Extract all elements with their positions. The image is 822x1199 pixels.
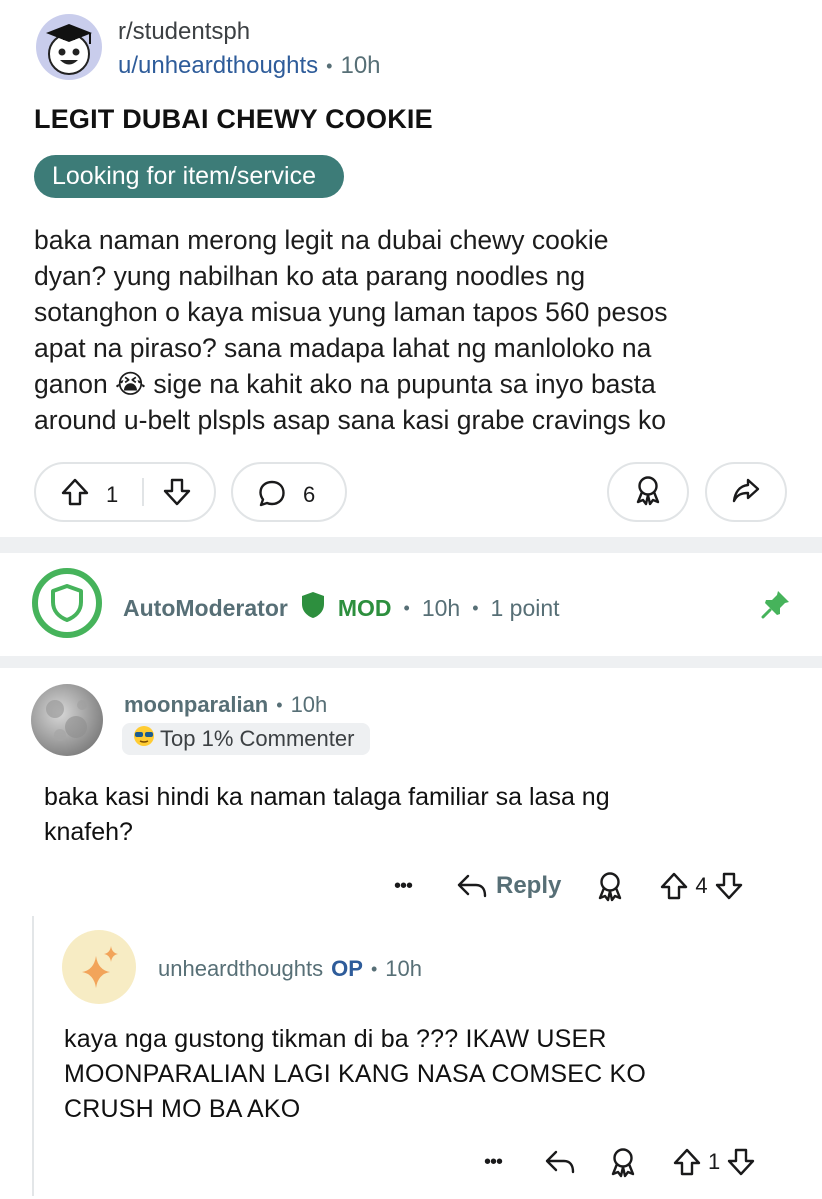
upvote-icon[interactable] (672, 1147, 702, 1177)
comment-time: 10h (290, 692, 328, 717)
subreddit-name[interactable]: r/studentsph (118, 18, 250, 46)
separator-dot: • (326, 55, 333, 76)
sunglasses-emoji-icon (132, 724, 156, 754)
reply-button[interactable]: Reply (456, 872, 561, 900)
automod-meta: AutoModerator MOD • 10h • 1 point (123, 590, 560, 626)
reply-avatar[interactable] (62, 930, 136, 1004)
automod-points: 1 point (490, 594, 560, 621)
post-meta: u/unheardthoughts • 10h (118, 52, 381, 80)
thread-line[interactable] (32, 916, 34, 1196)
comment-bubble-icon (257, 478, 287, 513)
comment-actions: ••• Reply 4 (388, 866, 744, 906)
mod-shield-icon (300, 590, 326, 626)
vote-divider (142, 478, 144, 506)
post-vote-pill: 1 (34, 462, 216, 522)
shield-icon (51, 584, 83, 622)
award-icon[interactable] (608, 1146, 638, 1178)
comment-body: baka kasi hindi ka naman talaga familiar… (44, 783, 610, 846)
post-author-link[interactable]: u/unheardthoughts (118, 52, 318, 80)
post-title[interactable]: LEGIT DUBAI CHEWY COOKIE (34, 104, 433, 135)
top-commenter-badge[interactable]: Top 1% Commenter (122, 723, 371, 755)
comment-vote-count: 4 (695, 873, 708, 898)
reply-vote-count: 1 (708, 1149, 721, 1174)
comment-count: 6 (303, 482, 316, 507)
pin-icon (760, 588, 792, 625)
reply-actions: ••• 1 (478, 1144, 756, 1180)
automoderator-avatar[interactable] (32, 568, 102, 638)
student-mascot-icon (46, 24, 92, 75)
separator-dot: • (472, 597, 479, 618)
reply-arrow-icon[interactable] (544, 1148, 576, 1176)
downvote-icon[interactable] (726, 1147, 756, 1177)
award-icon (633, 474, 663, 511)
award-button[interactable] (607, 462, 689, 522)
comment-author[interactable]: moonparalian (124, 692, 268, 718)
commenter-avatar[interactable] (30, 683, 104, 757)
reply-time: 10h (385, 956, 422, 981)
reply-body: kaya nga gustong tikman di ba ??? IKAW U… (64, 1025, 647, 1123)
upvote-icon[interactable] (659, 871, 689, 901)
post-body: baka naman merong legit na dubai chewy c… (34, 225, 668, 435)
op-badge: OP (331, 956, 363, 981)
reply-label: Reply (496, 872, 562, 899)
more-options-icon[interactable]: ••• (478, 1151, 508, 1174)
section-divider (0, 537, 822, 553)
share-button[interactable] (705, 462, 787, 522)
share-arrow-icon (731, 475, 761, 510)
section-divider (0, 656, 822, 668)
downvote-icon[interactable] (162, 477, 192, 512)
more-options-icon[interactable]: ••• (388, 875, 418, 898)
award-icon[interactable] (595, 870, 625, 902)
post-vote-count: 1 (106, 482, 119, 507)
sparkle-icon (82, 946, 118, 988)
mod-badge: MOD (337, 594, 392, 621)
automod-time: 10h (421, 594, 461, 621)
separator-dot: • (403, 597, 410, 618)
reply-author[interactable]: unheardthoughts (158, 956, 323, 982)
reply-arrow-icon (457, 874, 487, 898)
separator-dot: • (276, 694, 283, 715)
post-time: 10h (340, 52, 381, 79)
separator-dot: • (370, 958, 378, 979)
moon-icon (30, 683, 104, 757)
subreddit-avatar[interactable] (36, 14, 102, 80)
reply-meta: unheardthoughts OP • 10h (158, 956, 422, 982)
top-commenter-label: Top 1% Commenter (160, 726, 355, 751)
upvote-icon[interactable] (60, 477, 90, 512)
comment-meta: moonparalian • 10h (124, 692, 327, 718)
post-flair[interactable]: Looking for item/service (34, 155, 345, 198)
automod-name[interactable]: AutoModerator (123, 595, 288, 622)
downvote-icon[interactable] (714, 871, 744, 901)
comments-button[interactable]: 6 (231, 462, 347, 522)
